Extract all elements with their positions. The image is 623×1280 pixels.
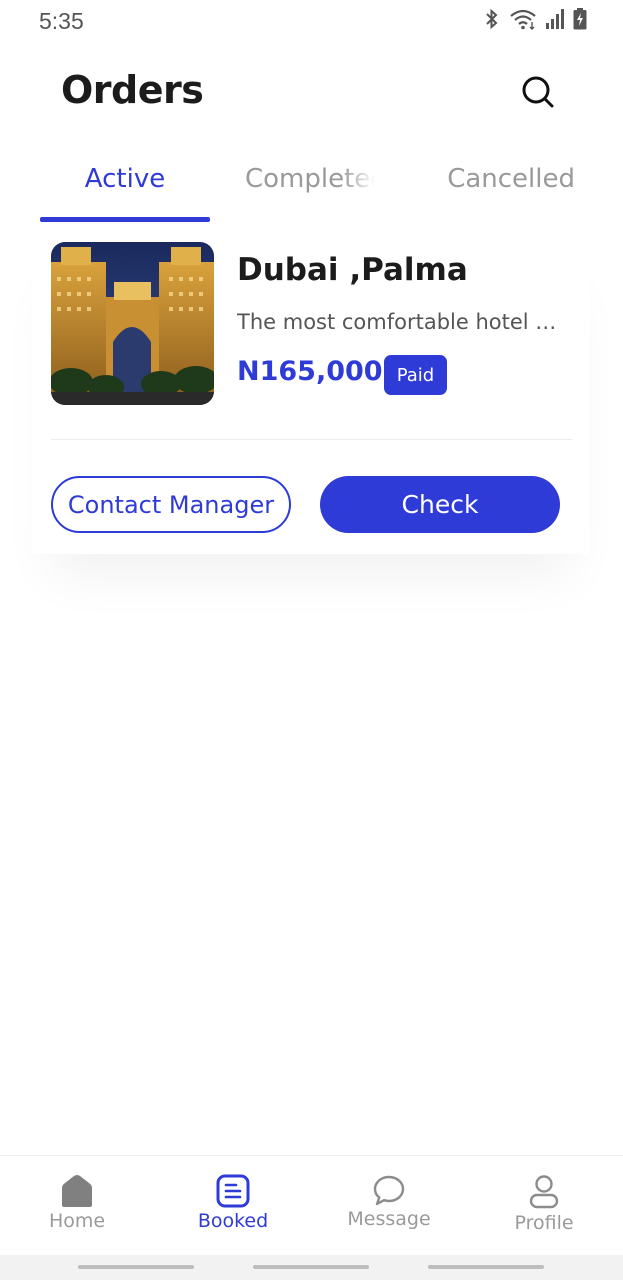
bluetooth-icon — [483, 8, 501, 30]
hotel-image — [51, 242, 214, 405]
bottom-nav: Home Booked Message Profile — [0, 1155, 623, 1255]
wifi-icon — [509, 8, 537, 30]
nav-booked-label: Booked — [197, 1210, 269, 1232]
system-home-button[interactable] — [253, 1265, 369, 1269]
card-divider — [51, 439, 572, 440]
check-button[interactable]: Check — [320, 476, 560, 533]
profile-icon — [529, 1175, 559, 1209]
nav-home-label: Home — [48, 1210, 106, 1232]
system-recents-button[interactable] — [78, 1265, 194, 1269]
page-title: Orders — [61, 68, 204, 112]
status-bar: 5:35 — [0, 0, 623, 46]
nav-home[interactable]: Home — [17, 1174, 137, 1232]
status-time: 5:35 — [39, 8, 84, 34]
search-icon — [522, 76, 554, 108]
status-badge: Paid — [384, 355, 447, 395]
nav-profile[interactable]: Profile — [484, 1174, 604, 1234]
booked-icon — [216, 1174, 250, 1208]
hotel-description: The most comfortable hotel in Dubai — [237, 310, 562, 334]
order-price: N165,000 — [237, 356, 383, 387]
status-icons — [483, 8, 587, 30]
nav-booked[interactable]: Booked — [173, 1174, 293, 1232]
order-tabs: Active Completed Cancelled — [40, 150, 585, 224]
orders-screen: 5:35 Orders Active Completed Cancelled D… — [0, 0, 623, 1280]
nav-message-label: Message — [347, 1208, 431, 1230]
home-icon — [62, 1175, 92, 1207]
tab-completed[interactable]: Completed — [245, 150, 375, 208]
contact-manager-button[interactable]: Contact Manager — [51, 476, 291, 533]
system-back-button[interactable] — [428, 1265, 544, 1269]
active-tab-indicator — [40, 217, 210, 222]
message-icon — [373, 1175, 405, 1206]
nav-profile-label: Profile — [514, 1212, 574, 1234]
order-card[interactable]: Dubai ,Palma The most comfortable hotel … — [32, 232, 590, 554]
battery-charging-icon — [573, 8, 587, 30]
tab-active[interactable]: Active — [40, 150, 210, 208]
system-nav-bar — [0, 1255, 623, 1280]
nav-message[interactable]: Message — [329, 1174, 449, 1230]
signal-icon — [545, 8, 565, 30]
hotel-name: Dubai ,Palma — [237, 252, 468, 288]
search-button[interactable] — [516, 70, 560, 114]
tab-cancelled[interactable]: Cancelled — [425, 150, 575, 208]
